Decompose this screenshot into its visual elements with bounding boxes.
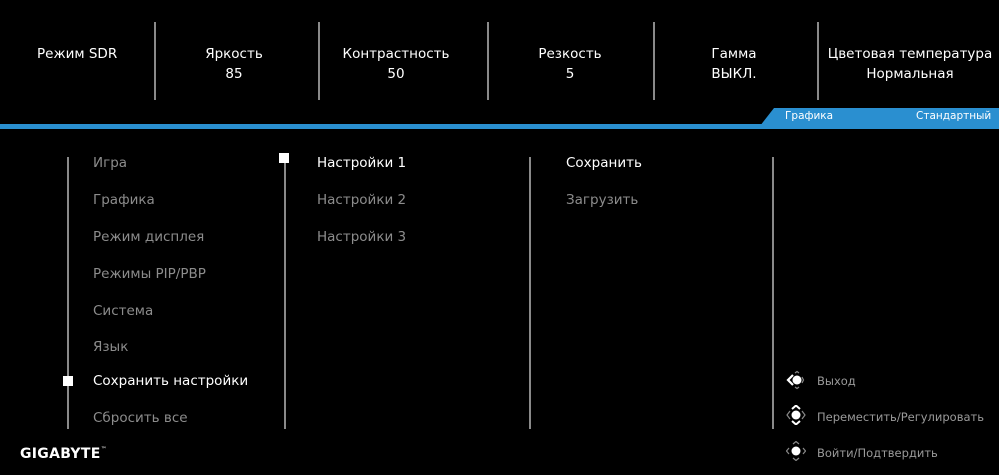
stat-label: Яркость (205, 46, 263, 62)
stat-value: 50 (387, 66, 405, 82)
menu-item-display-mode[interactable]: Режим дисплея (93, 229, 204, 245)
stat-label: Контрастность (342, 46, 450, 62)
menu-item-save-settings[interactable]: Сохранить настройки (93, 373, 248, 389)
brand-name: GIGABYTE (20, 446, 101, 462)
tab-category-label: Графика (785, 110, 834, 122)
column-divider (67, 157, 69, 429)
divider (487, 22, 489, 100)
stat-color-temperature: Цветовая температура Нормальная (820, 44, 999, 84)
submenu-item-settings-1[interactable]: Настройки 1 (317, 155, 406, 171)
action-load[interactable]: Загрузить (566, 192, 638, 208)
menu-item-pip-pbp[interactable]: Режимы PIP/PBP (93, 266, 206, 282)
hint-move-adjust: Переместить/Регулировать (817, 410, 985, 424)
joystick-press-icon (786, 441, 806, 461)
selection-marker (279, 153, 289, 163)
stat-contrast: Контрастность 50 (328, 44, 464, 84)
menu-item-system[interactable]: Система (93, 303, 153, 319)
stat-label: Цветовая температура (827, 46, 993, 62)
stat-gamma: Гамма ВЫКЛ. (668, 44, 800, 84)
divider (154, 22, 156, 100)
hint-exit: Выход (817, 374, 856, 388)
menu-item-language[interactable]: Язык (93, 339, 128, 355)
tab-mode-label: Стандартный (916, 110, 992, 122)
submenu-item-settings-2[interactable]: Настройки 2 (317, 192, 406, 208)
menu-item-graphics[interactable]: Графика (93, 192, 155, 208)
accent-line (0, 124, 999, 129)
stat-sdr-mode: Режим SDR (37, 44, 117, 64)
stat-value: 5 (565, 66, 575, 82)
joystick-move-icon (786, 405, 806, 425)
hint-enter-confirm: Войти/Подтвердить (817, 446, 938, 460)
menu-item-game[interactable]: Игра (93, 155, 127, 171)
divider (318, 22, 320, 100)
gigabyte-logo: GIGABYTE™ (20, 446, 107, 462)
stat-sharpness: Резкость 5 (500, 44, 640, 84)
selection-marker (63, 376, 73, 386)
stat-label: Резкость (538, 46, 602, 62)
stat-value: 85 (225, 66, 243, 82)
divider (817, 22, 819, 100)
column-divider (529, 157, 531, 429)
submenu-item-settings-3[interactable]: Настройки 3 (317, 229, 406, 245)
column-divider (284, 157, 286, 429)
stat-label: Режим SDR (37, 46, 118, 62)
menu-item-reset-all[interactable]: Сбросить все (93, 410, 188, 426)
status-bar: Режим SDR Яркость 85 Контрастность 50 Ре… (0, 0, 999, 124)
joystick-left-icon (786, 370, 805, 390)
stat-label: Гамма (711, 46, 757, 62)
stat-value: ВЫКЛ. (711, 66, 757, 82)
column-divider (772, 157, 774, 429)
stat-value: Нормальная (866, 66, 954, 82)
stat-brightness: Яркость 85 (170, 44, 298, 84)
trademark-mark: ™ (100, 446, 107, 453)
divider (653, 22, 655, 100)
action-save[interactable]: Сохранить (566, 155, 642, 171)
